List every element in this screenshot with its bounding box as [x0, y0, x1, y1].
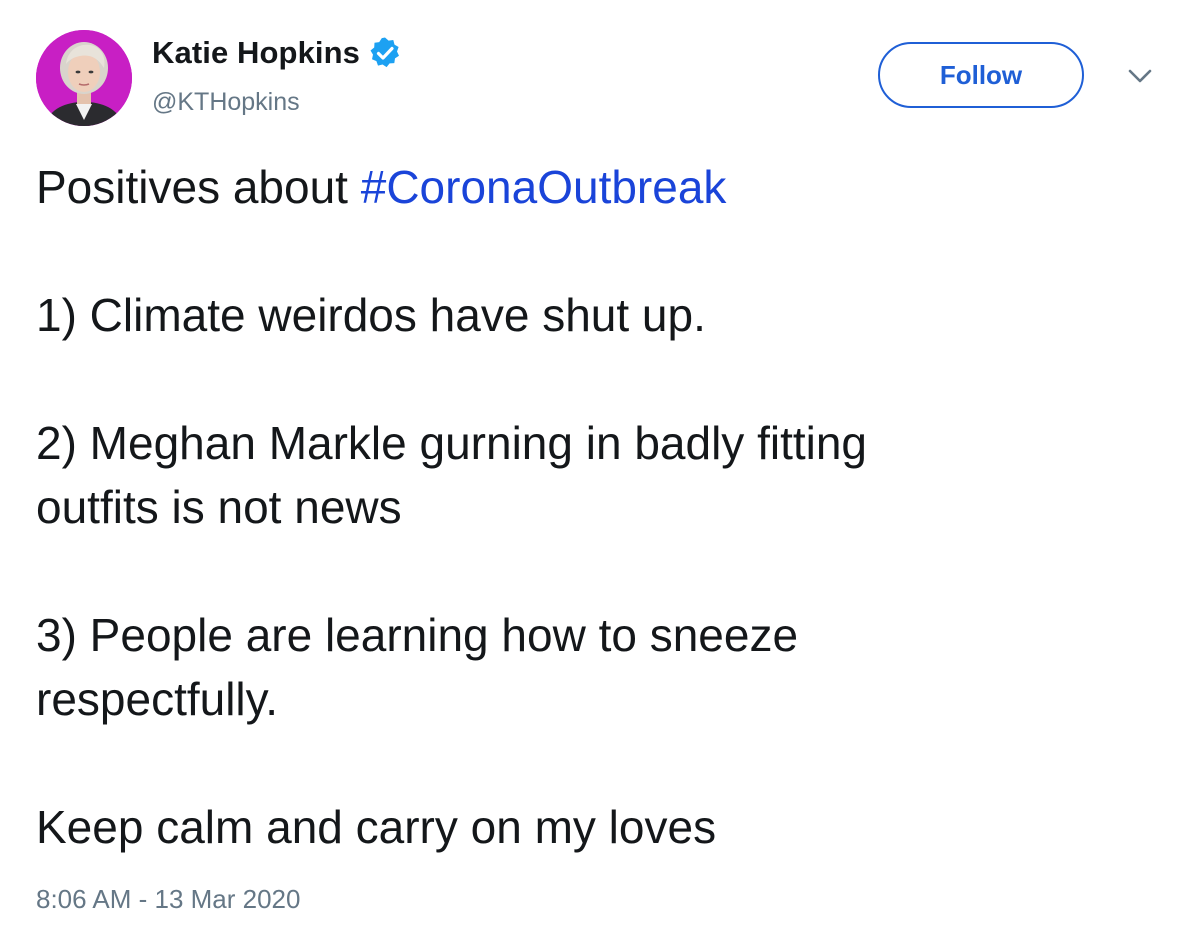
line-break	[36, 731, 1156, 795]
line-break	[36, 347, 1156, 411]
user-handle[interactable]: @KTHopkins	[152, 88, 300, 117]
tweet-card: Katie Hopkins @KTHopkins Follow Positive…	[0, 0, 1190, 932]
tweet-intro-line: Positives about #CoronaOutbreak	[36, 155, 1156, 219]
hashtag-link[interactable]: #CoronaOutbreak	[361, 161, 727, 213]
line-break	[36, 219, 1156, 283]
tweet-point-2-line-2: outfits is not news	[36, 481, 402, 533]
tweet-point-2-line-1: 2) Meghan Markle gurning in badly fittin…	[36, 417, 868, 469]
tweet-point-3-line-2: respectfully.	[36, 673, 279, 725]
avatar[interactable]	[36, 30, 132, 126]
follow-button[interactable]: Follow	[878, 42, 1084, 108]
display-name[interactable]: Katie Hopkins	[152, 35, 360, 71]
name-row: Katie Hopkins	[152, 33, 402, 73]
tweet-intro-text: Positives about	[36, 161, 361, 213]
tweet-point-1: 1) Climate weirdos have shut up.	[36, 289, 706, 341]
verified-badge-icon	[368, 36, 402, 70]
tweet-closing: Keep calm and carry on my loves	[36, 801, 717, 853]
tweet-text: Positives about #CoronaOutbreak 1) Clima…	[36, 155, 1156, 859]
tweet-timestamp[interactable]: 8:06 AM - 13 Mar 2020	[36, 884, 300, 915]
tweet-point-3-line-1: 3) People are learning how to sneeze	[36, 609, 799, 661]
chevron-down-icon[interactable]	[1125, 64, 1155, 88]
avatar-portrait	[36, 30, 132, 126]
line-break	[36, 539, 1156, 603]
